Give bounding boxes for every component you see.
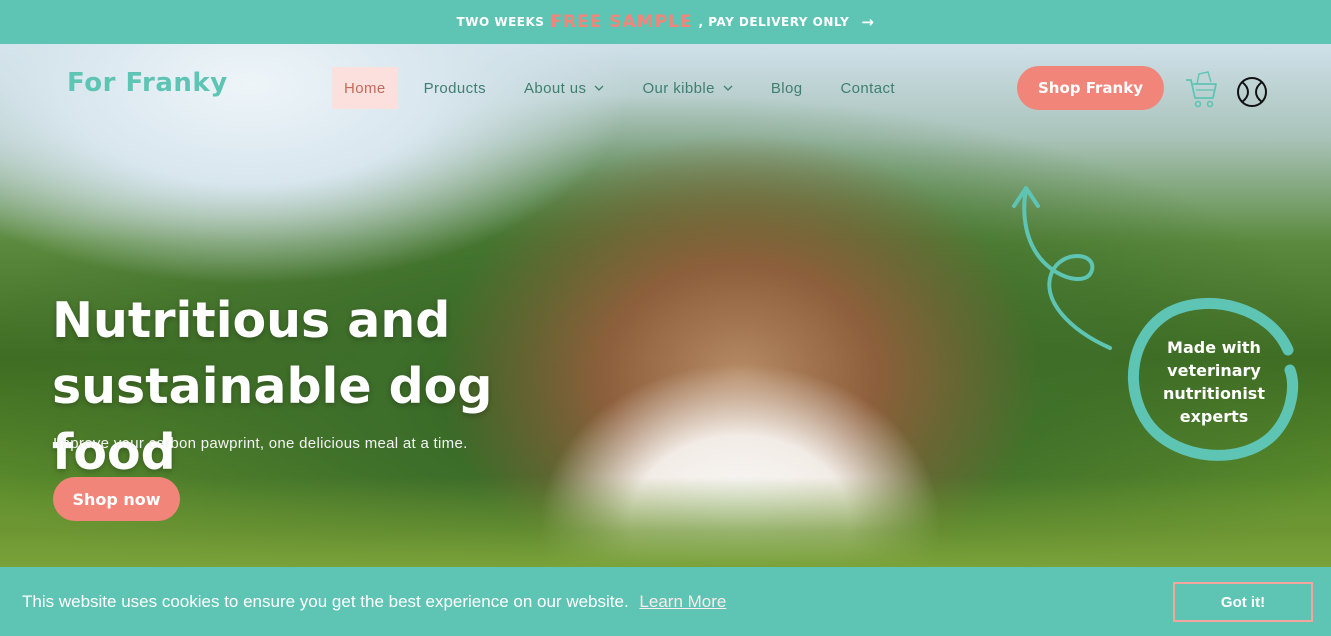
vet-badge: Made with veterinary nutritionist expert…	[1145, 336, 1283, 428]
announcement-text-before: TWO WEEKS	[456, 15, 545, 29]
nav-item-blog[interactable]: Blog	[759, 67, 815, 109]
badge-line: nutritionist	[1163, 384, 1265, 403]
shop-franky-button[interactable]: Shop Franky	[1017, 66, 1164, 110]
got-it-button[interactable]: Got it!	[1173, 582, 1313, 622]
chevron-down-icon	[723, 83, 733, 94]
nav-item-label: Home	[344, 79, 386, 97]
cart-icon[interactable]	[1184, 68, 1220, 110]
badge-line: experts	[1179, 407, 1249, 426]
site-logo[interactable]: For Franky	[67, 68, 228, 98]
main-nav: Home Products About us Our kibble Blog C…	[332, 67, 921, 109]
announcement-highlight: FREE SAMPLE	[550, 12, 693, 32]
chevron-down-icon	[594, 83, 604, 94]
nav-item-contact[interactable]: Contact	[828, 67, 907, 109]
curly-arrow-icon	[1012, 186, 1112, 350]
arrow-right-icon: →	[861, 13, 875, 31]
nav-item-home[interactable]: Home	[332, 67, 398, 109]
nav-item-label: About us	[524, 79, 587, 97]
hero-title: Nutritious and sustainable dog food	[52, 288, 612, 486]
nav-item-products[interactable]: Products	[412, 67, 498, 109]
nav-item-label: Our kibble	[642, 79, 715, 97]
learn-more-link[interactable]: Learn More	[639, 592, 726, 611]
cookie-message: This website uses cookies to ensure you …	[22, 592, 726, 612]
cookie-banner: This website uses cookies to ensure you …	[0, 567, 1331, 636]
cookie-message-text: This website uses cookies to ensure you …	[22, 592, 629, 611]
nav-item-label: Blog	[770, 79, 803, 97]
nav-item-label: Contact	[840, 79, 895, 97]
announcement-text-after: , PAY DELIVERY ONLY	[698, 15, 850, 29]
badge-line: veterinary	[1167, 361, 1261, 380]
announcement-bar[interactable]: TWO WEEKS FREE SAMPLE , PAY DELIVERY ONL…	[0, 0, 1331, 44]
hero-background-grass	[0, 477, 1331, 567]
nav-item-label: Products	[423, 79, 487, 97]
hero-title-line: sustainable dog food	[52, 358, 493, 481]
shop-now-button[interactable]: Shop now	[53, 477, 180, 521]
hero-title-line: Nutritious and	[52, 292, 451, 349]
nav-item-about-us[interactable]: About us	[512, 67, 616, 109]
nav-item-our-kibble[interactable]: Our kibble	[630, 67, 744, 109]
hero-subtitle: Improve your carbon pawprint, one delici…	[53, 435, 468, 452]
badge-line: Made with	[1167, 338, 1261, 357]
ball-icon[interactable]	[1236, 76, 1268, 108]
